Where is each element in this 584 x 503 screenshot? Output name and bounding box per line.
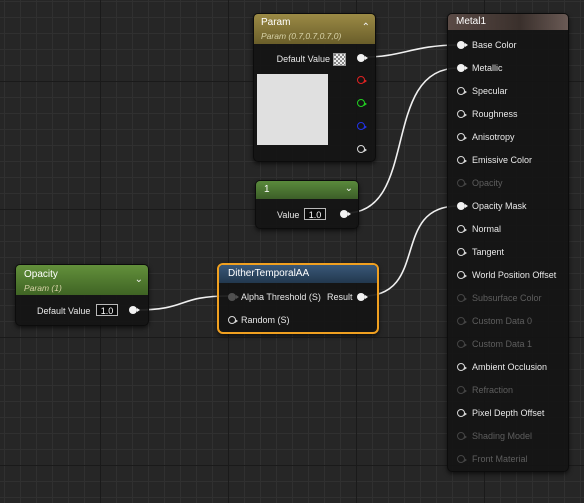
material-node-title: Metal1 (456, 16, 487, 27)
value-label: Value (277, 210, 300, 220)
opacity-output-pin[interactable] (129, 306, 140, 314)
opacity-mask-label: Opacity Mask (472, 201, 527, 211)
roughness-input-pin[interactable] (457, 110, 467, 118)
random-label: Random (S) (241, 315, 290, 325)
anisotropy-input-pin[interactable] (457, 133, 467, 141)
constant-node-title: 1 (264, 184, 270, 195)
pixel-depth-offset-input-pin[interactable] (457, 409, 467, 417)
wire-param-to-base-color (366, 44, 459, 58)
param-node-header[interactable]: Param Param (0.7,0.7,0.7,0) ⌃ (254, 14, 375, 44)
front-material-input-pin (457, 455, 467, 463)
color-preview (257, 74, 328, 145)
alpha-threshold-input-pin[interactable] (228, 293, 239, 301)
tangent-label: Tangent (472, 247, 505, 257)
opacity-label: Opacity (472, 178, 503, 188)
default-value-label: Default Value (37, 306, 91, 316)
world-position-offset-label: World Position Offset (472, 270, 557, 280)
custom-data-0-input-pin (457, 317, 467, 325)
anisotropy-label: Anisotropy (472, 132, 515, 142)
emissive-color-input-pin[interactable] (457, 156, 467, 164)
param-b-output-pin[interactable] (357, 122, 367, 130)
subsurface-color-label: Subsurface Color (472, 293, 542, 303)
refraction-input-pin (457, 386, 467, 394)
chevron-down-icon[interactable]: ⌄ (345, 184, 353, 194)
base-color-label: Base Color (472, 40, 517, 50)
param-rgba-output-pin[interactable] (357, 54, 368, 62)
checker-swatch-icon[interactable] (333, 53, 346, 66)
result-label: Result (327, 292, 353, 302)
front-material-label: Front Material (472, 454, 528, 464)
default-value-label: Default Value (276, 54, 330, 64)
tangent-input-pin[interactable] (457, 248, 467, 256)
value-field[interactable]: 1.0 (304, 208, 326, 220)
ambient-occlusion-input-pin[interactable] (457, 363, 467, 371)
emissive-color-label: Emissive Color (472, 155, 533, 165)
roughness-label: Roughness (472, 109, 518, 119)
opacity-mask-input-pin[interactable] (457, 202, 468, 210)
metallic-input-pin[interactable] (457, 64, 468, 72)
param-node-title: Param (261, 17, 291, 28)
custom-data-1-input-pin (457, 340, 467, 348)
specular-input-pin[interactable] (457, 87, 467, 95)
constant-output-pin[interactable] (340, 210, 351, 218)
specular-label: Specular (472, 86, 508, 96)
shading-model-input-pin (457, 432, 467, 440)
dither-node-header[interactable]: DitherTemporalAA (219, 265, 377, 283)
material-node[interactable]: Metal1 Base Color Metallic Specular Roughne… (447, 13, 569, 472)
constant-node[interactable]: 1 ⌄ Value 1.0 (255, 180, 359, 229)
shading-model-label: Shading Model (472, 431, 533, 441)
chevron-down-icon[interactable]: ⌄ (135, 275, 143, 285)
alpha-threshold-label: Alpha Threshold (S) (241, 292, 321, 302)
wire-opacity-to-alpha-threshold (134, 295, 231, 311)
opacity-input-pin (457, 179, 467, 187)
param-a-output-pin[interactable] (357, 145, 367, 153)
chevron-up-icon[interactable]: ⌃ (362, 23, 370, 33)
normal-input-pin[interactable] (457, 225, 467, 233)
param-node-subtitle: Param (0.7,0.7,0.7,0) (261, 31, 342, 41)
default-value-field[interactable]: 1.0 (96, 304, 118, 316)
refraction-label: Refraction (472, 385, 514, 395)
opacity-node-subtitle: Param (1) (24, 283, 62, 293)
result-output-pin[interactable] (357, 293, 368, 301)
constant-node-header[interactable]: 1 ⌄ (256, 181, 358, 199)
random-input-pin[interactable] (228, 316, 238, 324)
metallic-label: Metallic (472, 63, 503, 73)
base-color-input-pin[interactable] (457, 41, 468, 49)
opacity-node-title: Opacity (24, 269, 58, 280)
dither-temporal-aa-node[interactable]: DitherTemporalAA Alpha Threshold (S) Res… (217, 263, 379, 334)
param-g-output-pin[interactable] (357, 99, 367, 107)
custom-data-1-label: Custom Data 1 (472, 339, 533, 349)
ambient-occlusion-label: Ambient Occlusion (472, 362, 548, 372)
material-node-header[interactable]: Metal1 (448, 14, 568, 30)
pixel-depth-offset-label: Pixel Depth Offset (472, 408, 545, 418)
subsurface-color-input-pin (457, 294, 467, 302)
custom-data-0-label: Custom Data 0 (472, 316, 533, 326)
param-r-output-pin[interactable] (357, 76, 367, 84)
param-node[interactable]: Param Param (0.7,0.7,0.7,0) ⌃ Default Va… (253, 13, 376, 162)
normal-label: Normal (472, 224, 502, 234)
dither-node-title: DitherTemporalAA (228, 268, 310, 279)
world-position-offset-input-pin[interactable] (457, 271, 467, 279)
opacity-node[interactable]: Opacity Param (1) ⌄ Default Value 1.0 (15, 264, 149, 326)
opacity-node-header[interactable]: Opacity Param (1) ⌄ (16, 265, 148, 295)
